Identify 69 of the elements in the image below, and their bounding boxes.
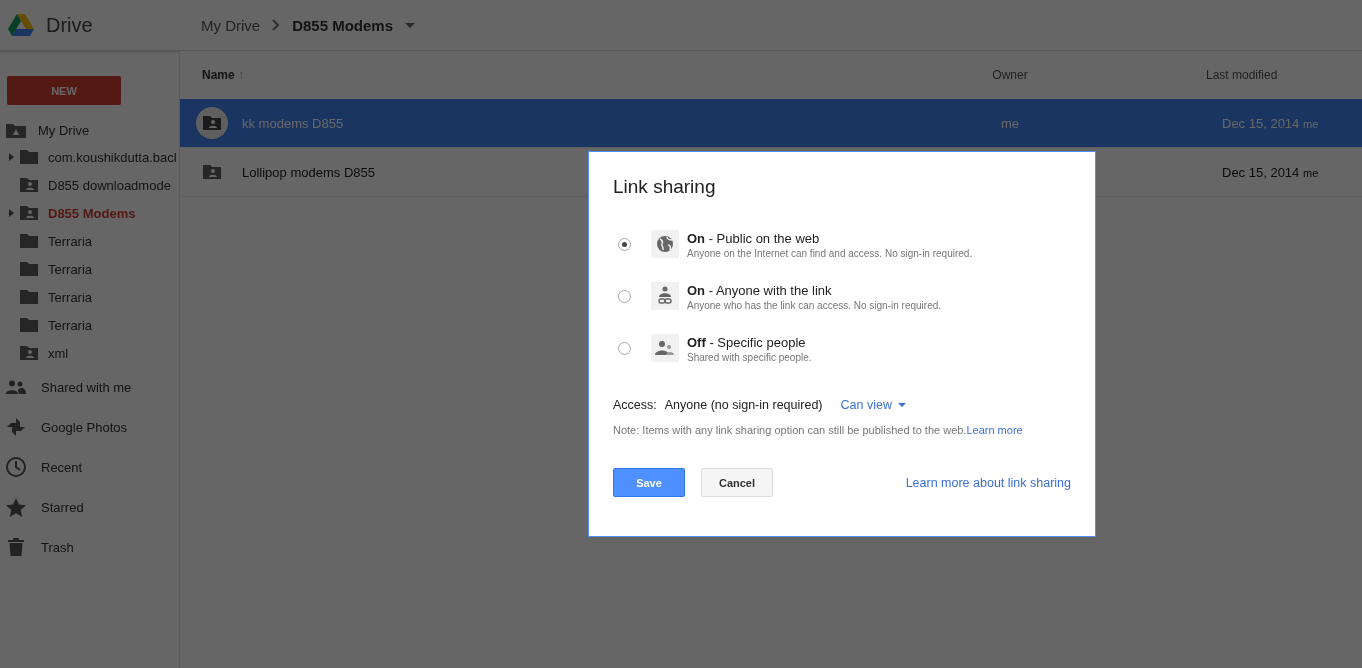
shared-folder-icon — [20, 206, 38, 220]
folder-icon — [20, 262, 38, 276]
help-link[interactable]: Learn more about link sharing — [905, 475, 1071, 490]
globe-icon — [651, 230, 679, 258]
trash-icon — [6, 538, 26, 556]
column-header[interactable]: Owner — [992, 68, 1028, 82]
tree-item[interactable]: Terraria — [48, 233, 93, 249]
shared-folder-icon — [20, 346, 38, 360]
tree-item[interactable]: Terraria — [48, 261, 93, 277]
person-link-icon — [651, 282, 679, 310]
column-header[interactable]: Name — [202, 68, 235, 82]
tree-item[interactable]: D855 downloadmode — [48, 177, 171, 193]
nav-item[interactable]: Trash — [41, 539, 74, 555]
expand-arrow-icon[interactable] — [9, 153, 14, 161]
modified-date: Dec 15, 2014 — [1222, 164, 1300, 180]
shared-folder-icon — [196, 107, 228, 139]
note-text: Note: Items with any link sharing option can still be published to the web. — [613, 424, 967, 436]
star-icon — [6, 497, 26, 517]
option-description: Shared with specific people. — [687, 352, 812, 363]
access-label: Access: — [613, 398, 657, 412]
folder-icon — [20, 150, 38, 164]
option-label: Off - Specific people — [687, 335, 807, 350]
dialog-title: Link sharing — [613, 176, 717, 198]
app-name: Drive — [46, 13, 93, 37]
folder-icon — [20, 290, 38, 304]
file-name: Lollipop modems D855 — [242, 164, 375, 180]
people-icon — [6, 380, 26, 394]
tree-item[interactable]: D855 Modems — [48, 205, 136, 221]
new-button[interactable]: NEW — [7, 76, 121, 105]
nav-item[interactable]: Google Photos — [41, 419, 127, 435]
breadcrumb-link[interactable]: My Drive — [201, 16, 261, 34]
chevron-right-icon — [272, 19, 281, 31]
folder-icon — [20, 318, 38, 332]
column-header[interactable]: Last modified — [1206, 68, 1278, 82]
pinwheel-icon — [6, 418, 26, 436]
drive-folder-icon — [6, 122, 26, 138]
caret-icon[interactable] — [897, 403, 906, 407]
option-label: On - Public on the web — [687, 231, 821, 246]
nav-item[interactable]: Shared with me — [41, 379, 132, 395]
access-value: Anyone (no sign-in required) — [664, 398, 823, 412]
file-name: kk modems D855 — [242, 115, 344, 131]
tree-item[interactable]: com.koushikdutta.bacl — [48, 149, 177, 165]
folder-icon — [20, 234, 38, 248]
nav-item[interactable]: Starred — [41, 499, 84, 515]
tree-item[interactable]: My Drive — [38, 122, 90, 138]
current-folder-title[interactable]: D855 Modems — [292, 16, 394, 34]
save-button[interactable]: Save — [613, 468, 685, 497]
option-description: Anyone who has the link can access. No sign-in required. — [687, 300, 942, 311]
tree-item[interactable]: xml — [48, 345, 69, 361]
file-row[interactable]: kk modems D855 me Dec 15, 2014 me — [180, 99, 1362, 148]
owner-cell: me — [1000, 115, 1020, 131]
caret-icon[interactable] — [405, 22, 416, 28]
sort-arrow-icon: ↑ — [238, 68, 245, 82]
modified-date: Dec 15, 2014 — [1222, 115, 1300, 131]
clock-icon — [6, 457, 26, 477]
modified-by: me — [1302, 117, 1319, 130]
expand-arrow-icon[interactable] — [9, 209, 14, 217]
learn-more-link[interactable]: Learn more — [966, 424, 1023, 436]
cancel-button[interactable]: Cancel — [701, 468, 773, 497]
permission-dropdown[interactable]: Can view — [840, 398, 906, 412]
modified-by: me — [1302, 166, 1319, 179]
option-label: On - Anyone with the link — [687, 283, 833, 298]
tree-item[interactable]: Terraria — [48, 289, 93, 305]
tree-item[interactable]: Terraria — [48, 317, 93, 333]
nav-item[interactable]: Recent — [41, 459, 83, 475]
drive-logo-icon — [8, 14, 34, 36]
shared-folder-icon — [20, 178, 38, 192]
option-description: Anyone on the Internet can find and access. No sign-in required. — [687, 248, 973, 259]
people-icon — [651, 334, 679, 362]
